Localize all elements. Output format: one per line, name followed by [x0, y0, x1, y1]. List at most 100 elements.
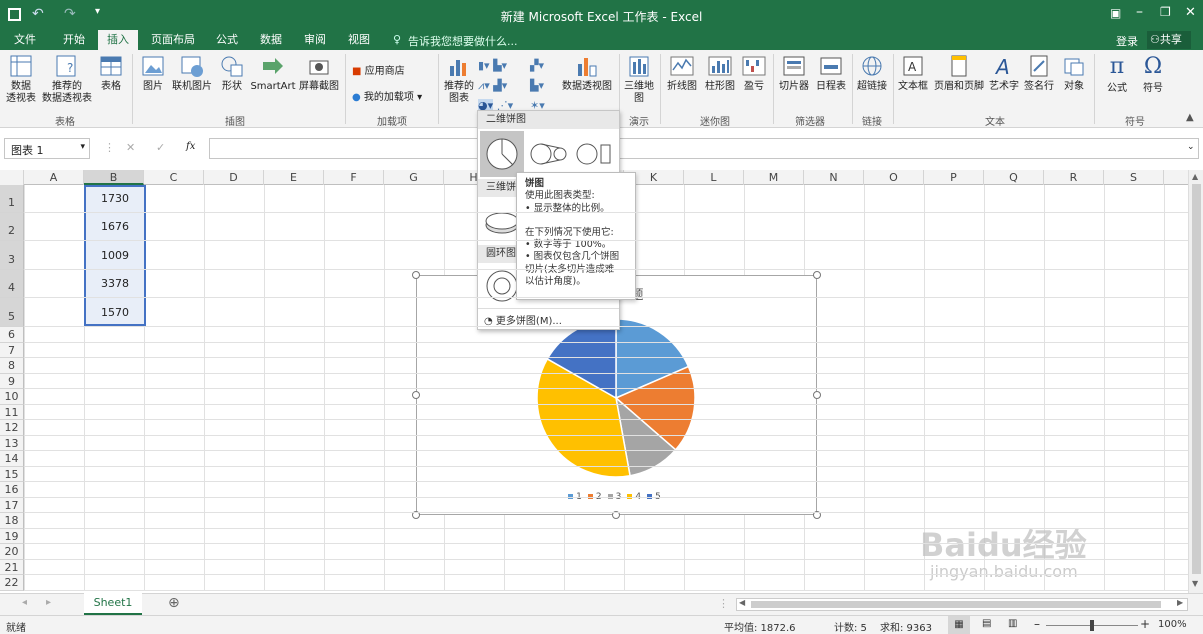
name-box-dropdown-icon[interactable]: ▾ — [80, 142, 85, 152]
zoom-in-icon[interactable]: + — [1140, 617, 1150, 631]
map-3d-button[interactable]: 三维地 图 — [622, 54, 656, 105]
row-header-7[interactable]: 7 — [0, 342, 24, 358]
tab-file[interactable]: 文件 — [5, 30, 45, 50]
row-header-20[interactable]: 20 — [0, 544, 24, 560]
column-header-b[interactable]: B — [84, 170, 144, 185]
prev-sheet-icon[interactable]: ◂ — [22, 597, 27, 608]
ribbon-display-icon[interactable]: ▣ — [1110, 6, 1121, 20]
chart-type-buttons-2[interactable]: ▞▾ ▙▾ ✶▾ — [530, 56, 545, 116]
next-sheet-icon[interactable]: ▸ — [46, 597, 51, 608]
cancel-icon[interactable]: ✕ — [126, 141, 135, 154]
column-header-m[interactable]: M — [744, 170, 804, 185]
select-all-corner[interactable] — [0, 170, 24, 185]
column-header-q[interactable]: Q — [984, 170, 1044, 185]
tab-review[interactable]: 审阅 — [295, 30, 335, 50]
maximize-icon[interactable]: ❐ — [1160, 5, 1171, 19]
combo-chart-icon[interactable]: ▙▾ — [530, 79, 544, 92]
column-header-a[interactable]: A — [24, 170, 84, 185]
close-icon[interactable]: ✕ — [1185, 5, 1196, 20]
scroll-left-icon[interactable]: ◀ — [739, 598, 745, 607]
smartart-button[interactable]: SmartArt — [250, 54, 296, 93]
row-header-5[interactable]: 5 — [0, 298, 24, 327]
scroll-up-icon[interactable]: ▲ — [1192, 172, 1198, 181]
column-header-c[interactable]: C — [144, 170, 204, 185]
insert-function-icon[interactable]: fx — [186, 141, 195, 152]
column-header-r[interactable]: R — [1044, 170, 1104, 185]
pie-of-pie-option[interactable] — [526, 131, 570, 177]
page-break-view-icon[interactable]: ▥ — [1008, 618, 1017, 629]
resize-handle-r[interactable] — [813, 391, 821, 399]
row-header-19[interactable]: 19 — [0, 528, 24, 544]
stat-chart-icon[interactable]: ▟▾ — [493, 79, 507, 92]
tab-home[interactable]: 开始 — [52, 30, 96, 50]
normal-view-icon[interactable]: ▦ — [948, 616, 970, 634]
horizontal-scroll-thumb[interactable] — [751, 601, 1161, 608]
tab-page-layout[interactable]: 页面布局 — [145, 30, 201, 50]
equation-button[interactable]: π 公式 — [1100, 54, 1134, 95]
row-header-2[interactable]: 2 — [0, 213, 24, 241]
row-header-10[interactable]: 10 — [0, 389, 24, 405]
column-header-l[interactable]: L — [684, 170, 744, 185]
screenshot-button[interactable]: 屏幕截图 — [298, 54, 340, 93]
bar-of-pie-option[interactable] — [572, 131, 616, 177]
scroll-down-icon[interactable]: ▼ — [1192, 579, 1198, 588]
online-picture-button[interactable]: 联机图片 — [170, 54, 214, 93]
slicer-button[interactable]: 切片器 — [776, 54, 812, 93]
table-button[interactable]: 表格 — [96, 54, 126, 93]
row-header-3[interactable]: 3 — [0, 241, 24, 270]
recommended-charts-button[interactable]: 推荐的 图表 — [442, 54, 476, 105]
row-header-17[interactable]: 17 — [0, 497, 24, 513]
row-header-4[interactable]: 4 — [0, 270, 24, 298]
zoom-slider-thumb[interactable] — [1090, 620, 1094, 631]
hierarchy-chart-icon[interactable]: ▙▾ — [493, 59, 507, 72]
name-box[interactable]: 图表 1 ▾ — [4, 138, 90, 159]
app-store-button[interactable]: ■ 应用商店 — [352, 62, 405, 77]
expand-formula-icon[interactable]: ⌄ — [1187, 142, 1195, 152]
column-header-d[interactable]: D — [204, 170, 264, 185]
column-header-p[interactable]: P — [924, 170, 984, 185]
column-chart-icon[interactable]: ▮▾ — [478, 59, 490, 72]
sign-in-link[interactable]: 登录 — [1116, 33, 1138, 49]
cell-b2[interactable]: 1676 — [85, 213, 145, 241]
row-header-8[interactable]: 8 — [0, 358, 24, 374]
tab-view[interactable]: 视图 — [339, 30, 379, 50]
line-chart-icon[interactable]: ⩘▾ — [478, 79, 490, 92]
tell-me-input[interactable]: 告诉我您想要做什么... — [408, 33, 518, 49]
page-layout-view-icon[interactable]: ▤ — [982, 618, 991, 629]
timeline-button[interactable]: 日程表 — [814, 54, 848, 93]
textbox-button[interactable]: A 文本框 — [896, 54, 930, 93]
pivot-chart-button[interactable]: 数据透视图 — [560, 54, 614, 93]
object-button[interactable]: 对象 — [1058, 54, 1090, 93]
header-footer-button[interactable]: 页眉和页脚 — [932, 54, 986, 93]
pie-2d-option[interactable] — [480, 131, 524, 177]
wordart-button[interactable]: A 艺术字 — [988, 54, 1020, 93]
row-header-14[interactable]: 14 — [0, 451, 24, 467]
my-addins-button[interactable]: ● 我的加载项 ▾ — [352, 88, 422, 103]
tab-data[interactable]: 数据 — [251, 30, 291, 50]
row-header-22[interactable]: 22 — [0, 575, 24, 591]
sparkline-winloss-button[interactable]: 盈亏 — [740, 54, 768, 93]
resize-handle-tr[interactable] — [813, 271, 821, 279]
column-header-n[interactable]: N — [804, 170, 864, 185]
tab-insert[interactable]: 插入 — [98, 30, 138, 50]
zoom-out-icon[interactable]: – — [1034, 617, 1040, 631]
minimize-icon[interactable]: – — [1136, 4, 1143, 20]
recommended-pivot-button[interactable]: ? 推荐的 数据透视表 — [40, 54, 94, 105]
cell-b4[interactable]: 3378 — [85, 270, 145, 298]
pivot-table-button[interactable]: 数据 透视表 — [4, 54, 38, 105]
column-header-s[interactable]: S — [1104, 170, 1164, 185]
formula-input[interactable] — [209, 138, 1199, 159]
row-header-21[interactable]: 21 — [0, 559, 24, 575]
row-header-11[interactable]: 11 — [0, 404, 24, 420]
row-header-1[interactable]: 1 — [0, 185, 24, 213]
symbol-button[interactable]: Ω 符号 — [1136, 54, 1170, 95]
signature-button[interactable]: 签名行 — [1022, 54, 1056, 93]
row-header-13[interactable]: 13 — [0, 435, 24, 451]
sparkline-column-button[interactable]: 柱形图 — [702, 54, 738, 93]
row-header-6[interactable]: 6 — [0, 327, 24, 343]
waterfall-chart-icon[interactable]: ▞▾ — [530, 59, 544, 72]
vertical-scroll-thumb[interactable] — [1192, 184, 1201, 574]
new-sheet-button[interactable]: ⊕ — [168, 595, 180, 611]
row-header-9[interactable]: 9 — [0, 373, 24, 389]
row-header-12[interactable]: 12 — [0, 420, 24, 436]
